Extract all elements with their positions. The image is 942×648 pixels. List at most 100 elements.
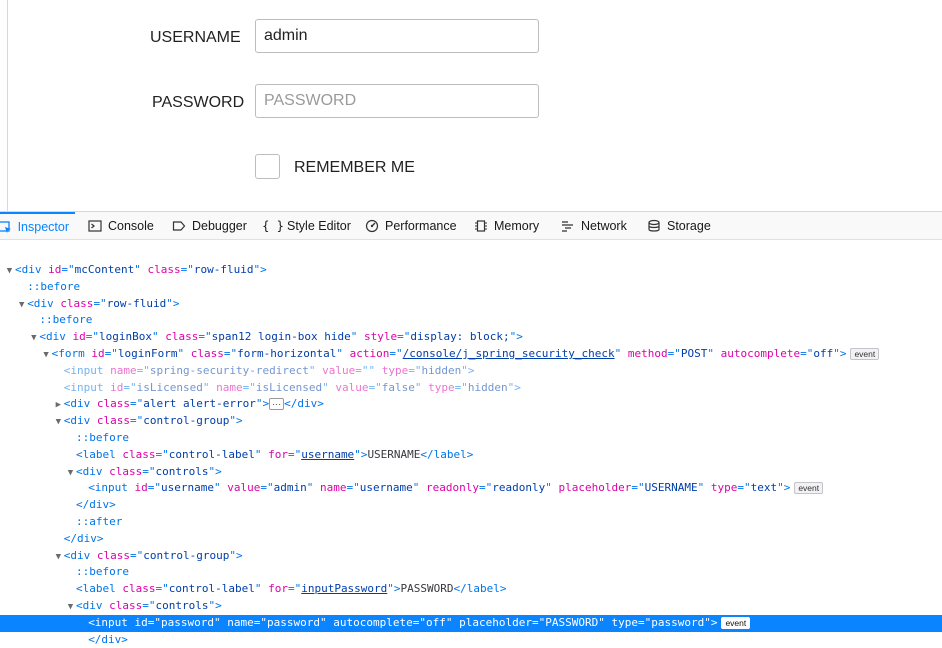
tree-row[interactable]: ▼ <div class="control-group"> <box>0 548 942 565</box>
expand-toggle-icon[interactable]: ▼ <box>65 465 76 482</box>
markup-tag: =" <box>155 582 169 596</box>
markup-tag: " <box>254 447 269 461</box>
markup-tag: "> <box>229 414 243 428</box>
node-markup: <label class="control-label" for="inputP… <box>76 582 507 595</box>
markup-av: text <box>750 481 778 495</box>
expand-toggle-icon[interactable]: ▼ <box>41 347 52 364</box>
tab-memory[interactable]: Memory <box>473 212 539 240</box>
markup-tag: =" <box>130 397 144 411</box>
tab-performance[interactable]: Performance <box>364 212 457 240</box>
markup-an: id <box>134 615 148 629</box>
node-markup: <input name="spring-security-redirect" v… <box>64 364 475 377</box>
tree-row[interactable]: </div> <box>0 632 942 648</box>
expand-toggle-icon[interactable]: ▶ <box>53 397 64 414</box>
tab-inspector[interactable]: Inspector <box>0 212 75 240</box>
tree-row[interactable]: ::before <box>0 279 942 296</box>
markup-lnk[interactable]: inputPassword <box>301 582 387 595</box>
tree-row[interactable]: ▼ <div class="controls"> <box>0 598 942 615</box>
markup-an: type <box>381 363 409 377</box>
username-label: USERNAME <box>150 29 241 46</box>
expand-toggle-icon[interactable]: ▼ <box>53 549 64 566</box>
tab-storage[interactable]: Storage <box>646 212 711 240</box>
markup-an: class <box>96 548 131 562</box>
username-input[interactable] <box>255 19 539 53</box>
tree-row[interactable]: ▼ <div id="mcContent" class="row-fluid"> <box>0 262 942 279</box>
tree-row[interactable]: <input id="isLicensed" name="isLicensed"… <box>0 380 942 397</box>
tree-row[interactable]: <input name="spring-security-redirect" v… <box>0 363 942 380</box>
tree-row-selected[interactable]: <input id="password" name="password" aut… <box>0 614 942 632</box>
markup-tag: =" <box>142 598 156 612</box>
node-markup: ::after <box>76 515 122 528</box>
expand-toggle-icon[interactable]: ▼ <box>16 297 27 314</box>
markup-tag: <div <box>63 414 97 428</box>
tree-row[interactable]: ::after <box>0 514 942 531</box>
markup-tag: "> <box>255 397 270 411</box>
markup-tag: =" <box>260 481 274 495</box>
tree-row[interactable]: ::before <box>0 430 942 447</box>
expand-toggle-icon[interactable]: ▼ <box>65 599 76 616</box>
markup-an: autocomplete <box>333 615 413 629</box>
expand-toggle-icon[interactable]: ▼ <box>4 263 15 280</box>
tree-row[interactable]: ▼ <div id="loginBox" class="span12 login-… <box>0 329 942 346</box>
markup-tag: =" <box>155 447 169 461</box>
markup-av: admin <box>273 481 307 495</box>
form-left-border <box>7 0 8 211</box>
markup-tag: =" <box>198 330 212 344</box>
markup-tag: =" <box>408 363 422 377</box>
expand-toggle-icon[interactable]: ▼ <box>28 330 39 347</box>
tab-network[interactable]: Network <box>560 212 627 240</box>
tree-row[interactable]: ::before <box>0 564 942 581</box>
tree-row[interactable]: <label class="control-label" for="inputP… <box>0 581 942 598</box>
collapsed-ellipsis-icon[interactable]: ⋯ <box>269 398 285 411</box>
markup-tag: =" <box>346 481 360 495</box>
markup-av: form-horizontal <box>237 346 337 360</box>
markup-lnk[interactable]: username <box>301 448 354 461</box>
tree-row[interactable]: ▶ <div class="alert alert-error"> ⋯ </div> <box>0 396 942 413</box>
markup-av: spring-security-redirect <box>149 363 309 377</box>
tree-row[interactable]: ▼ <div class="controls"> <box>0 464 942 481</box>
markup-tag: =" <box>667 346 681 360</box>
tab-debugger[interactable]: Debugger <box>171 212 247 240</box>
event-badge[interactable]: event <box>794 482 824 495</box>
tree-row[interactable]: ▼ <form id="loginForm" class="form-horizo… <box>0 346 942 363</box>
markup-tag: " <box>350 330 364 344</box>
tree-row[interactable]: <label class="control-label" for="userna… <box>0 447 942 464</box>
markup-av: mcContent <box>74 263 135 276</box>
markup-tag: =" <box>389 346 403 360</box>
markup-tag: =" <box>800 346 814 360</box>
markup-tag: "> <box>833 346 847 360</box>
markup-tag: <input <box>63 380 111 394</box>
remember-me-checkbox[interactable] <box>255 154 280 179</box>
markup-tag: =" <box>253 615 268 629</box>
event-badge[interactable]: event <box>721 616 751 629</box>
markup-an: action <box>349 346 390 360</box>
markup-tag: =" <box>454 380 468 394</box>
tree-row[interactable]: </div> <box>0 497 942 514</box>
markup-tag: ="" <box>355 363 382 377</box>
markup-tag: =" <box>123 380 137 394</box>
markup-an: class <box>96 414 131 428</box>
tab-style-editor[interactable]: { } Style Editor <box>262 212 351 240</box>
expand-toggle-icon[interactable]: ▼ <box>53 414 64 431</box>
markup-lnk[interactable]: /console/j_spring_security_check <box>403 347 615 360</box>
tree-row[interactable]: ▼ <div class="control-group"> <box>0 413 942 430</box>
password-input[interactable] <box>255 84 539 118</box>
tab-console[interactable]: Console <box>87 212 154 240</box>
tree-row[interactable]: ::before <box>0 312 942 329</box>
markup-av: USERNAME <box>644 481 698 495</box>
node-markup: <div class="row-fluid"> <box>27 297 179 310</box>
node-markup: ::before <box>76 565 129 578</box>
markup-tag: <input <box>88 481 135 495</box>
markup-tag: =" <box>130 414 144 428</box>
tree-row[interactable]: </div> <box>0 531 942 548</box>
markup-tag: =" <box>147 481 162 495</box>
tree-row[interactable]: ▼ <div class="row-fluid"> <box>0 296 942 313</box>
tree-row[interactable]: <input id="username" value="admin" name=… <box>0 480 942 497</box>
markup-an: value <box>335 380 369 394</box>
markup-tag: <div <box>27 296 61 310</box>
markup-tag: "> <box>461 363 475 377</box>
event-badge[interactable]: event <box>850 347 880 360</box>
markup-tag: <input <box>88 615 135 629</box>
node-markup: <input id="password" name="password" aut… <box>88 616 717 629</box>
markup-tag: "> <box>509 330 523 344</box>
